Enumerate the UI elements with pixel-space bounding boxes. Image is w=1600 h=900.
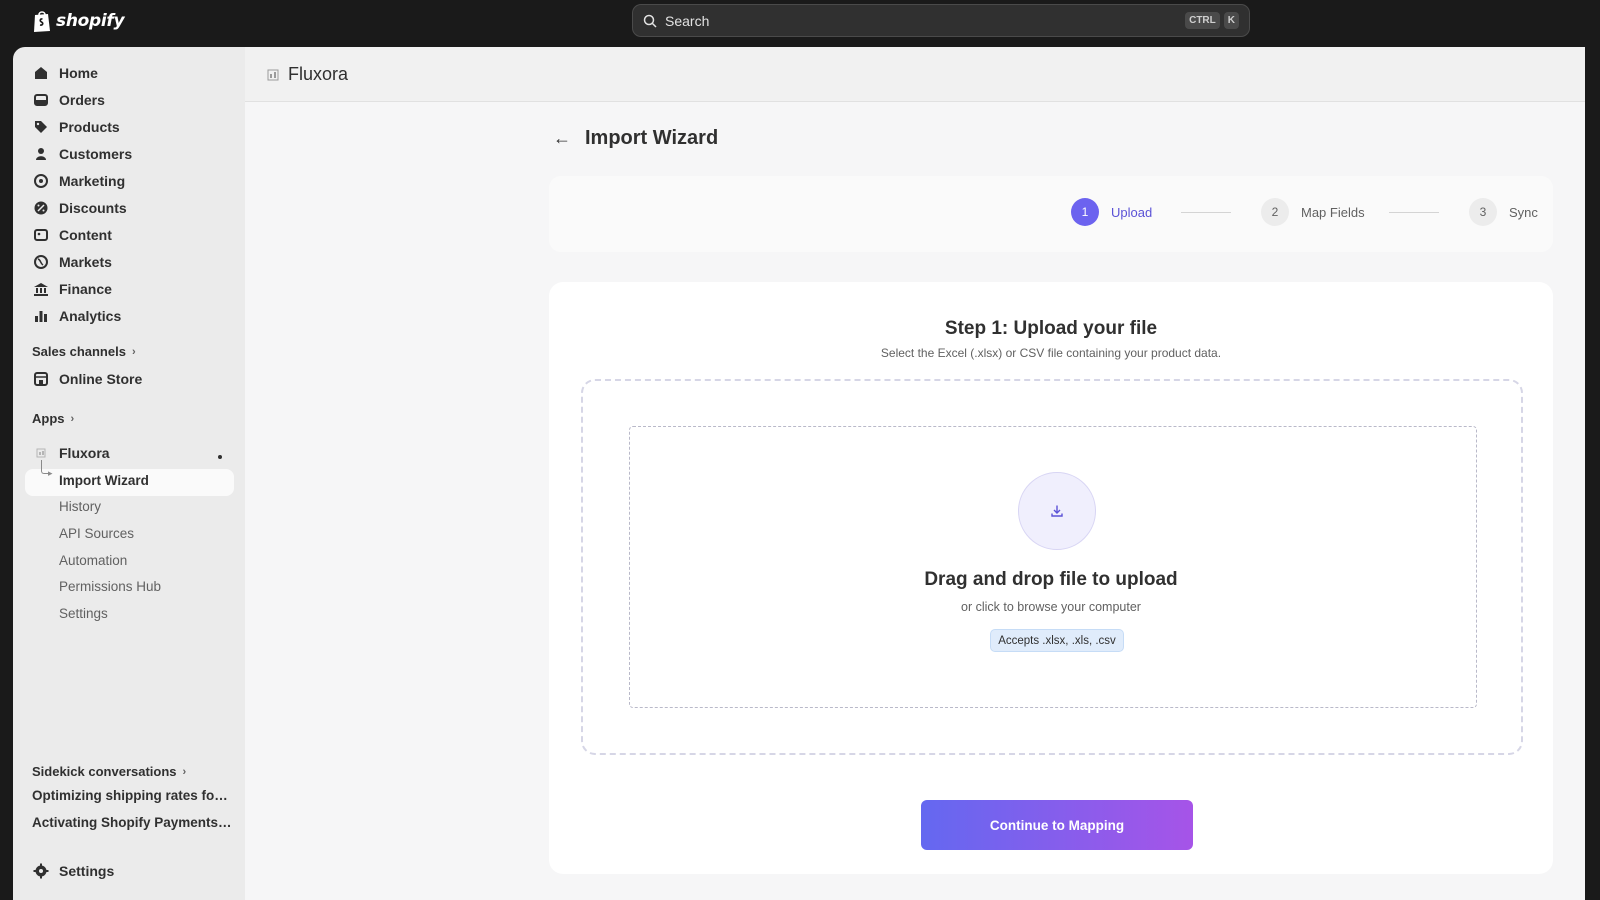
- sidebar-item-finance[interactable]: Finance: [33, 279, 112, 299]
- sidebar-item-label: Finance: [59, 281, 112, 297]
- sidebar-item-label: Settings: [59, 863, 115, 879]
- step-number: 1: [1071, 198, 1099, 226]
- sidebar-subitem-history[interactable]: History: [59, 499, 101, 514]
- sidebar-subitem-settings[interactable]: Settings: [59, 606, 108, 621]
- upload-step-title: Step 1: Upload your file: [944, 318, 1158, 339]
- back-arrow-icon[interactable]: ←: [553, 128, 571, 149]
- scrollbar[interactable]: [1585, 47, 1600, 900]
- search-placeholder: Search: [665, 12, 710, 29]
- upload-card: Step 1: Upload your file Select the Exce…: [549, 282, 1553, 874]
- shortcut-key-k: K: [1223, 12, 1239, 29]
- sidekick-conversations-header[interactable]: Sidekick conversations ›: [32, 764, 186, 779]
- fluxora-app-icon: [36, 448, 46, 458]
- step-map-fields[interactable]: 2 Map Fields: [1261, 198, 1365, 226]
- sidebar-item-discounts[interactable]: Discounts: [33, 198, 127, 218]
- upload-step-subtitle: Select the Excel (.xlsx) or CSV file con…: [880, 346, 1222, 360]
- step-label: Upload: [1111, 204, 1153, 220]
- home-icon: [35, 67, 47, 79]
- sidebar-item-label: Orders: [59, 92, 105, 108]
- step-sync[interactable]: 3 Sync: [1469, 198, 1538, 226]
- app-header: Fluxora: [245, 47, 1585, 102]
- drop-zone-title: Drag and drop file to upload: [924, 569, 1178, 590]
- sidebar-item-home[interactable]: Home: [33, 63, 98, 83]
- sidebar-item-settings[interactable]: Settings: [33, 861, 114, 881]
- sidebar-item-label: Markets: [59, 254, 112, 270]
- sidebar-item-label: Content: [59, 227, 112, 243]
- sidebar: Home Orders Products Customers Marketing…: [13, 47, 245, 900]
- sidebar-item-label: Fluxora: [59, 445, 110, 461]
- chevron-right-icon: ›: [182, 765, 187, 778]
- globe-icon: [34, 255, 48, 269]
- shortcut-key-ctrl: CTRL: [1185, 12, 1220, 29]
- shopify-logo[interactable]: shopify: [32, 9, 125, 33]
- tree-arrow-icon: ▸: [48, 468, 53, 478]
- step-connector: [1389, 212, 1439, 213]
- chevron-right-icon: ›: [70, 412, 75, 425]
- step-label: Map Fields: [1301, 204, 1365, 220]
- sidebar-item-products[interactable]: Products: [33, 117, 120, 137]
- bank-icon: [34, 283, 48, 296]
- sidebar-item-online-store[interactable]: Online Store: [33, 369, 142, 389]
- content-icon: [34, 229, 48, 241]
- step-number: 2: [1261, 198, 1289, 226]
- sidebar-item-content[interactable]: Content: [33, 225, 112, 245]
- apps-label: Apps: [32, 411, 65, 426]
- sidebar-item-analytics[interactable]: Analytics: [33, 306, 121, 326]
- sidebar-item-label: Products: [59, 119, 120, 135]
- logo-text: shopify: [56, 11, 125, 31]
- sidebar-item-label: Online Store: [59, 371, 143, 387]
- discount-icon: [34, 201, 48, 215]
- sidebar-subitem-permissions-hub[interactable]: Permissions Hub: [59, 579, 161, 594]
- sidebar-item-label: Marketing: [59, 173, 126, 189]
- sales-channels-header[interactable]: Sales channels ›: [32, 344, 136, 359]
- main-content: Fluxora ← Import Wizard 1 Upload 2 Map F…: [245, 47, 1585, 900]
- sales-channels-label: Sales channels: [32, 344, 126, 359]
- sidekick-label: Sidekick conversations: [32, 764, 177, 779]
- tag-icon: [35, 121, 47, 133]
- store-icon: [34, 372, 48, 386]
- sidebar-item-markets[interactable]: Markets: [33, 252, 112, 272]
- sidebar-item-orders[interactable]: Orders: [33, 90, 105, 110]
- shortcut-hint: CTRL K: [1185, 12, 1239, 29]
- page-header: ← Import Wizard: [553, 127, 718, 150]
- bar-chart-icon: [35, 311, 47, 322]
- sidebar-subitem-import-wizard[interactable]: Import Wizard: [59, 473, 149, 488]
- search-bar[interactable]: Search CTRL K: [632, 4, 1250, 37]
- sidekick-conversation-item[interactable]: Optimizing shipping rates for s...: [32, 788, 232, 803]
- person-icon: [36, 148, 46, 160]
- gear-icon: [33, 863, 49, 879]
- upload-icon-circle: [1018, 472, 1096, 550]
- sidekick-conversation-item[interactable]: Activating Shopify Payments f...: [32, 815, 232, 830]
- pin-indicator: [218, 455, 222, 459]
- target-icon: [34, 174, 48, 188]
- app-title: Fluxora: [288, 64, 349, 84]
- sidebar-item-customers[interactable]: Customers: [33, 144, 132, 164]
- orders-icon: [34, 94, 48, 106]
- accepted-formats-badge: Accepts .xlsx, .xls, .csv: [990, 629, 1124, 652]
- page-title: Import Wizard: [585, 127, 719, 149]
- download-icon: [1051, 505, 1063, 517]
- sidebar-item-label: Customers: [59, 146, 133, 162]
- step-number: 3: [1469, 198, 1497, 226]
- drop-zone[interactable]: [629, 426, 1477, 708]
- wizard-stepper: 1 Upload 2 Map Fields 3 Sync: [549, 176, 1553, 252]
- drop-zone-subtitle: or click to browse your computer: [961, 600, 1141, 614]
- step-label: Sync: [1509, 204, 1538, 220]
- sidebar-item-marketing[interactable]: Marketing: [33, 171, 125, 191]
- sidebar-item-label: Analytics: [59, 308, 122, 324]
- sidebar-subitem-api-sources[interactable]: API Sources: [59, 526, 134, 541]
- step-upload[interactable]: 1 Upload: [1071, 198, 1152, 226]
- apps-header[interactable]: Apps ›: [32, 411, 74, 426]
- fluxora-app-icon: [267, 69, 279, 81]
- sidebar-subitem-automation[interactable]: Automation: [59, 553, 127, 568]
- top-bar: shopify Search CTRL K: [0, 0, 1600, 47]
- step-connector: [1181, 212, 1231, 213]
- chevron-right-icon: ›: [131, 345, 136, 358]
- sidebar-item-label: Home: [59, 65, 98, 81]
- continue-to-mapping-button[interactable]: Continue to Mapping: [921, 800, 1193, 850]
- sidebar-item-label: Discounts: [59, 200, 127, 216]
- search-icon: [643, 14, 657, 28]
- shopify-bag-icon: [34, 11, 50, 32]
